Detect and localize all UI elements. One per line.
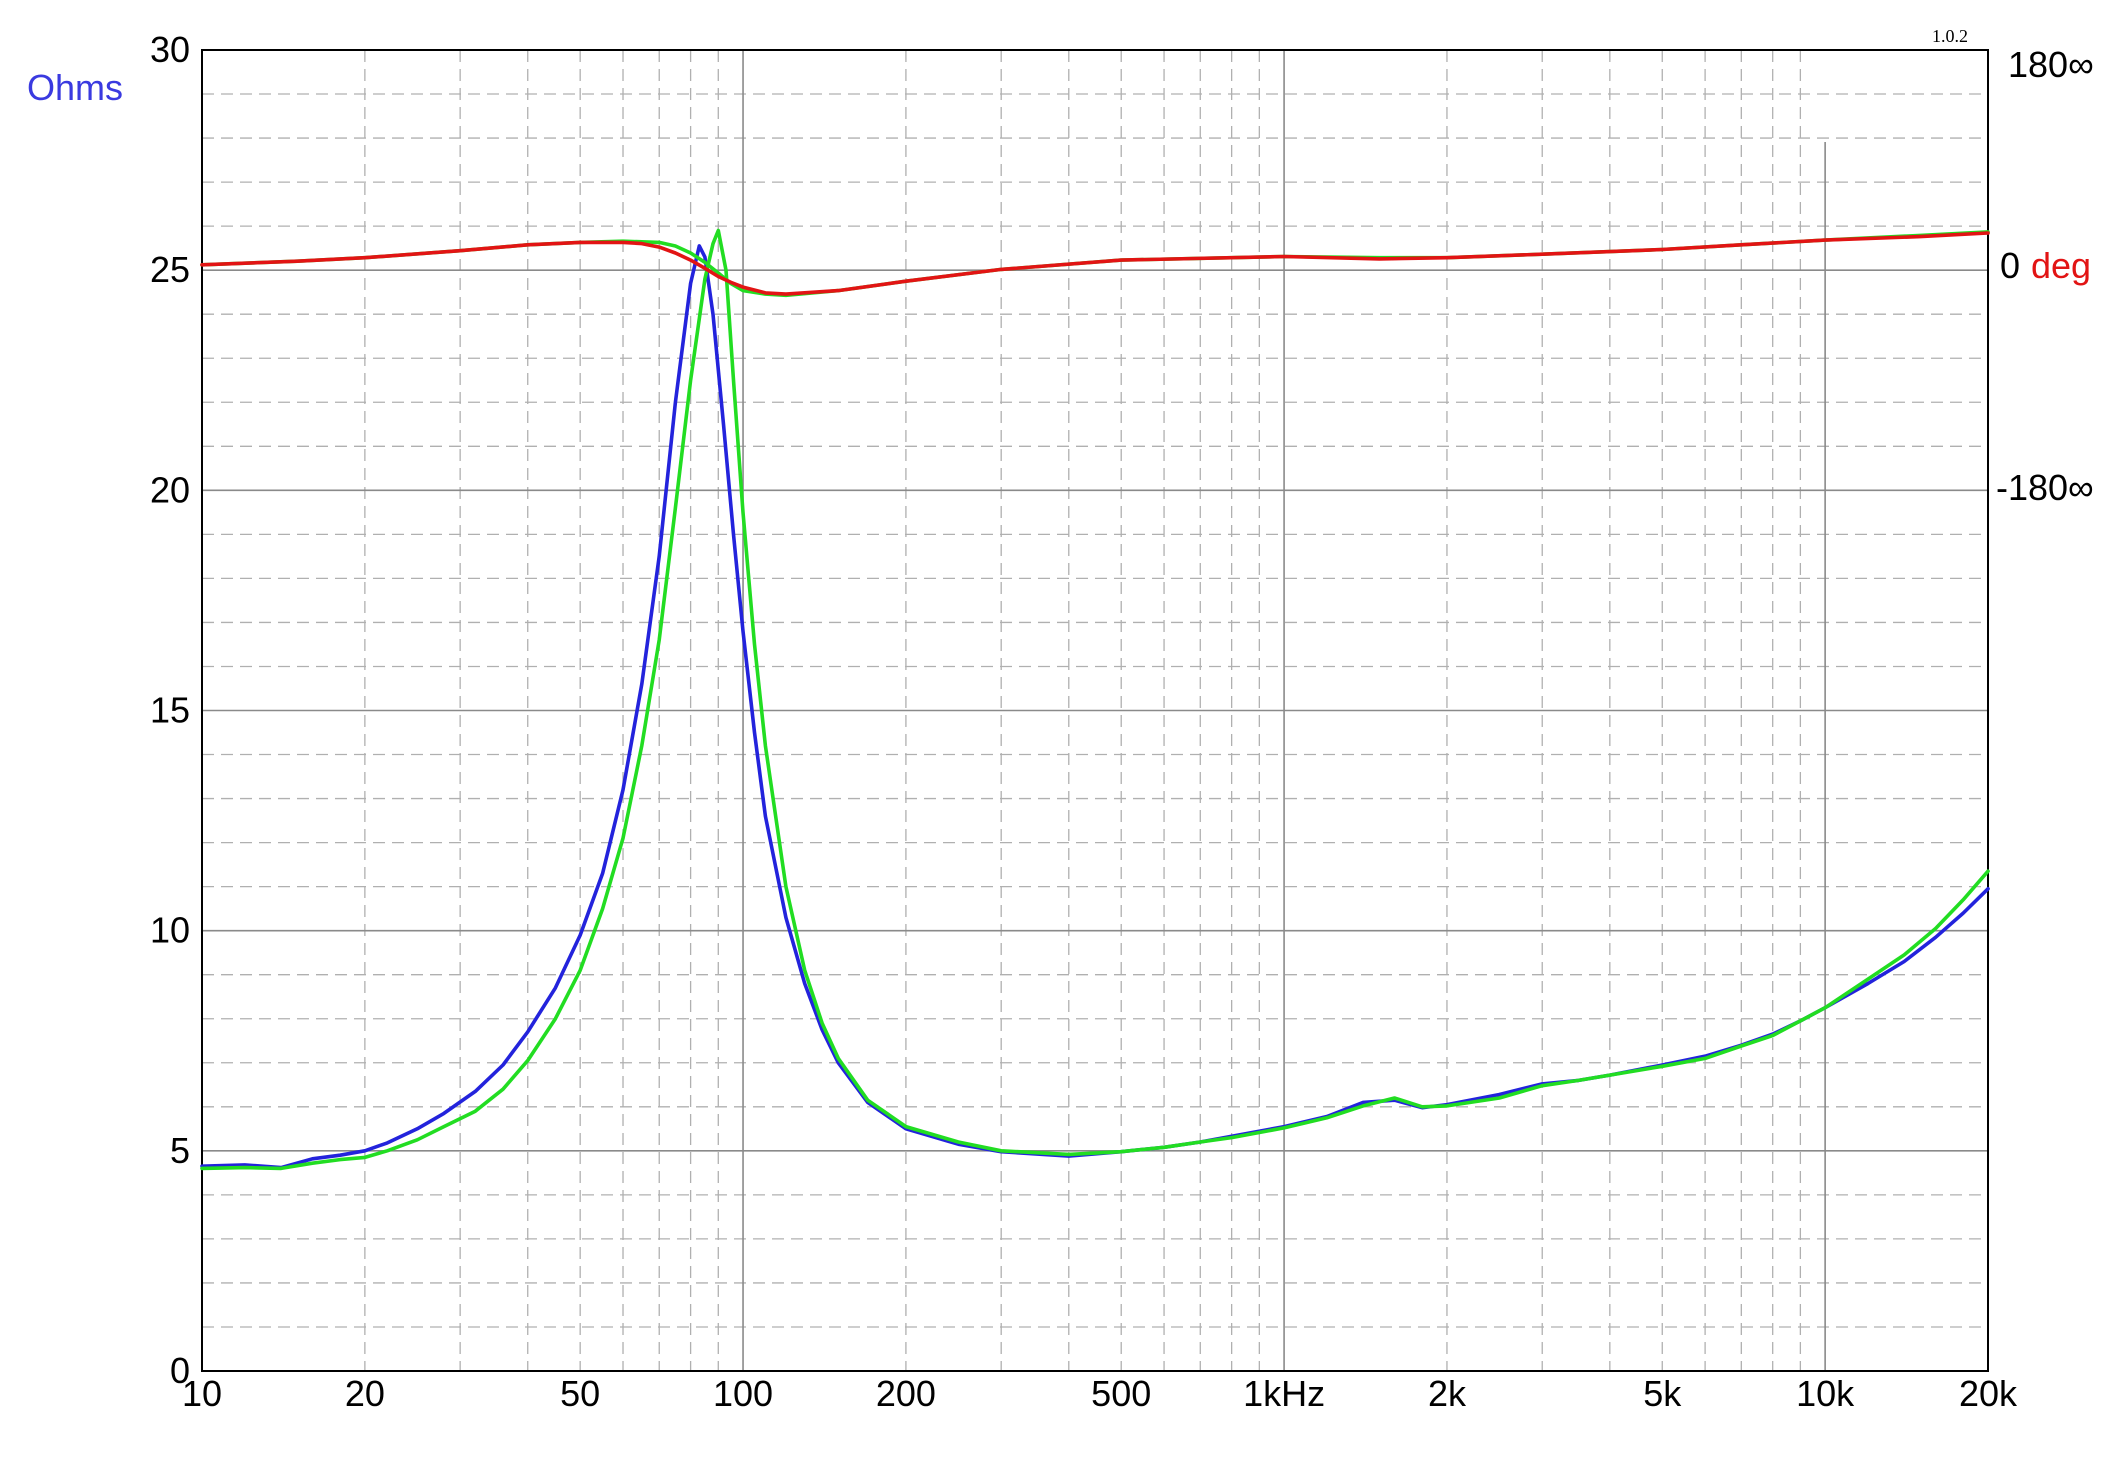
y-tick-label: 25 xyxy=(150,249,190,290)
y2-tick-label: 180∞ xyxy=(2008,44,2094,85)
y-tick-label: 10 xyxy=(150,910,190,951)
impedance-line-1 xyxy=(200,244,1990,1170)
y-tick-label: 20 xyxy=(150,469,190,510)
series-layer xyxy=(200,228,1990,1171)
x-tick-label: 5k xyxy=(1643,1373,1682,1414)
y2-tick-label: -180∞ xyxy=(1996,467,2094,508)
x-tick-label: 50 xyxy=(560,1373,600,1414)
y-tick-label: 30 xyxy=(150,29,190,70)
impedance-line-2 xyxy=(200,228,1990,1171)
chart-canvas: 10 20 50 100 200 500 1kHz 2k 5k 10k 20k05101520253… xyxy=(27,26,2094,1414)
y-tick-label: 5 xyxy=(170,1130,190,1171)
version-label: 1.0.2 xyxy=(1932,26,1968,46)
y-axis-title: Ohms xyxy=(27,67,123,108)
phase-line-4 xyxy=(200,231,1990,296)
y-tick-label: 0 xyxy=(170,1350,190,1391)
x-tick-label: 20 xyxy=(345,1373,385,1414)
phase-zero-label: 0 xyxy=(2000,245,2020,286)
x-tick-label: 2k xyxy=(1428,1373,1467,1414)
phase-unit-label: deg xyxy=(2031,245,2091,286)
x-tick-label: 100 xyxy=(713,1373,773,1414)
x-tick-label: 500 xyxy=(1091,1373,1151,1414)
x-tick-label: 10k xyxy=(1796,1373,1855,1414)
x-tick-label: 200 xyxy=(876,1373,936,1414)
impedance-phase-chart: 10 20 50 100 200 500 1kHz 2k 5k 10k 20k 0 5 10 15 20 25 3… xyxy=(0,0,2112,1458)
y-tick-label: 15 xyxy=(150,690,190,731)
x-tick-label: 1kHz xyxy=(1243,1373,1325,1414)
x-tick-label: 20k xyxy=(1959,1373,2018,1414)
